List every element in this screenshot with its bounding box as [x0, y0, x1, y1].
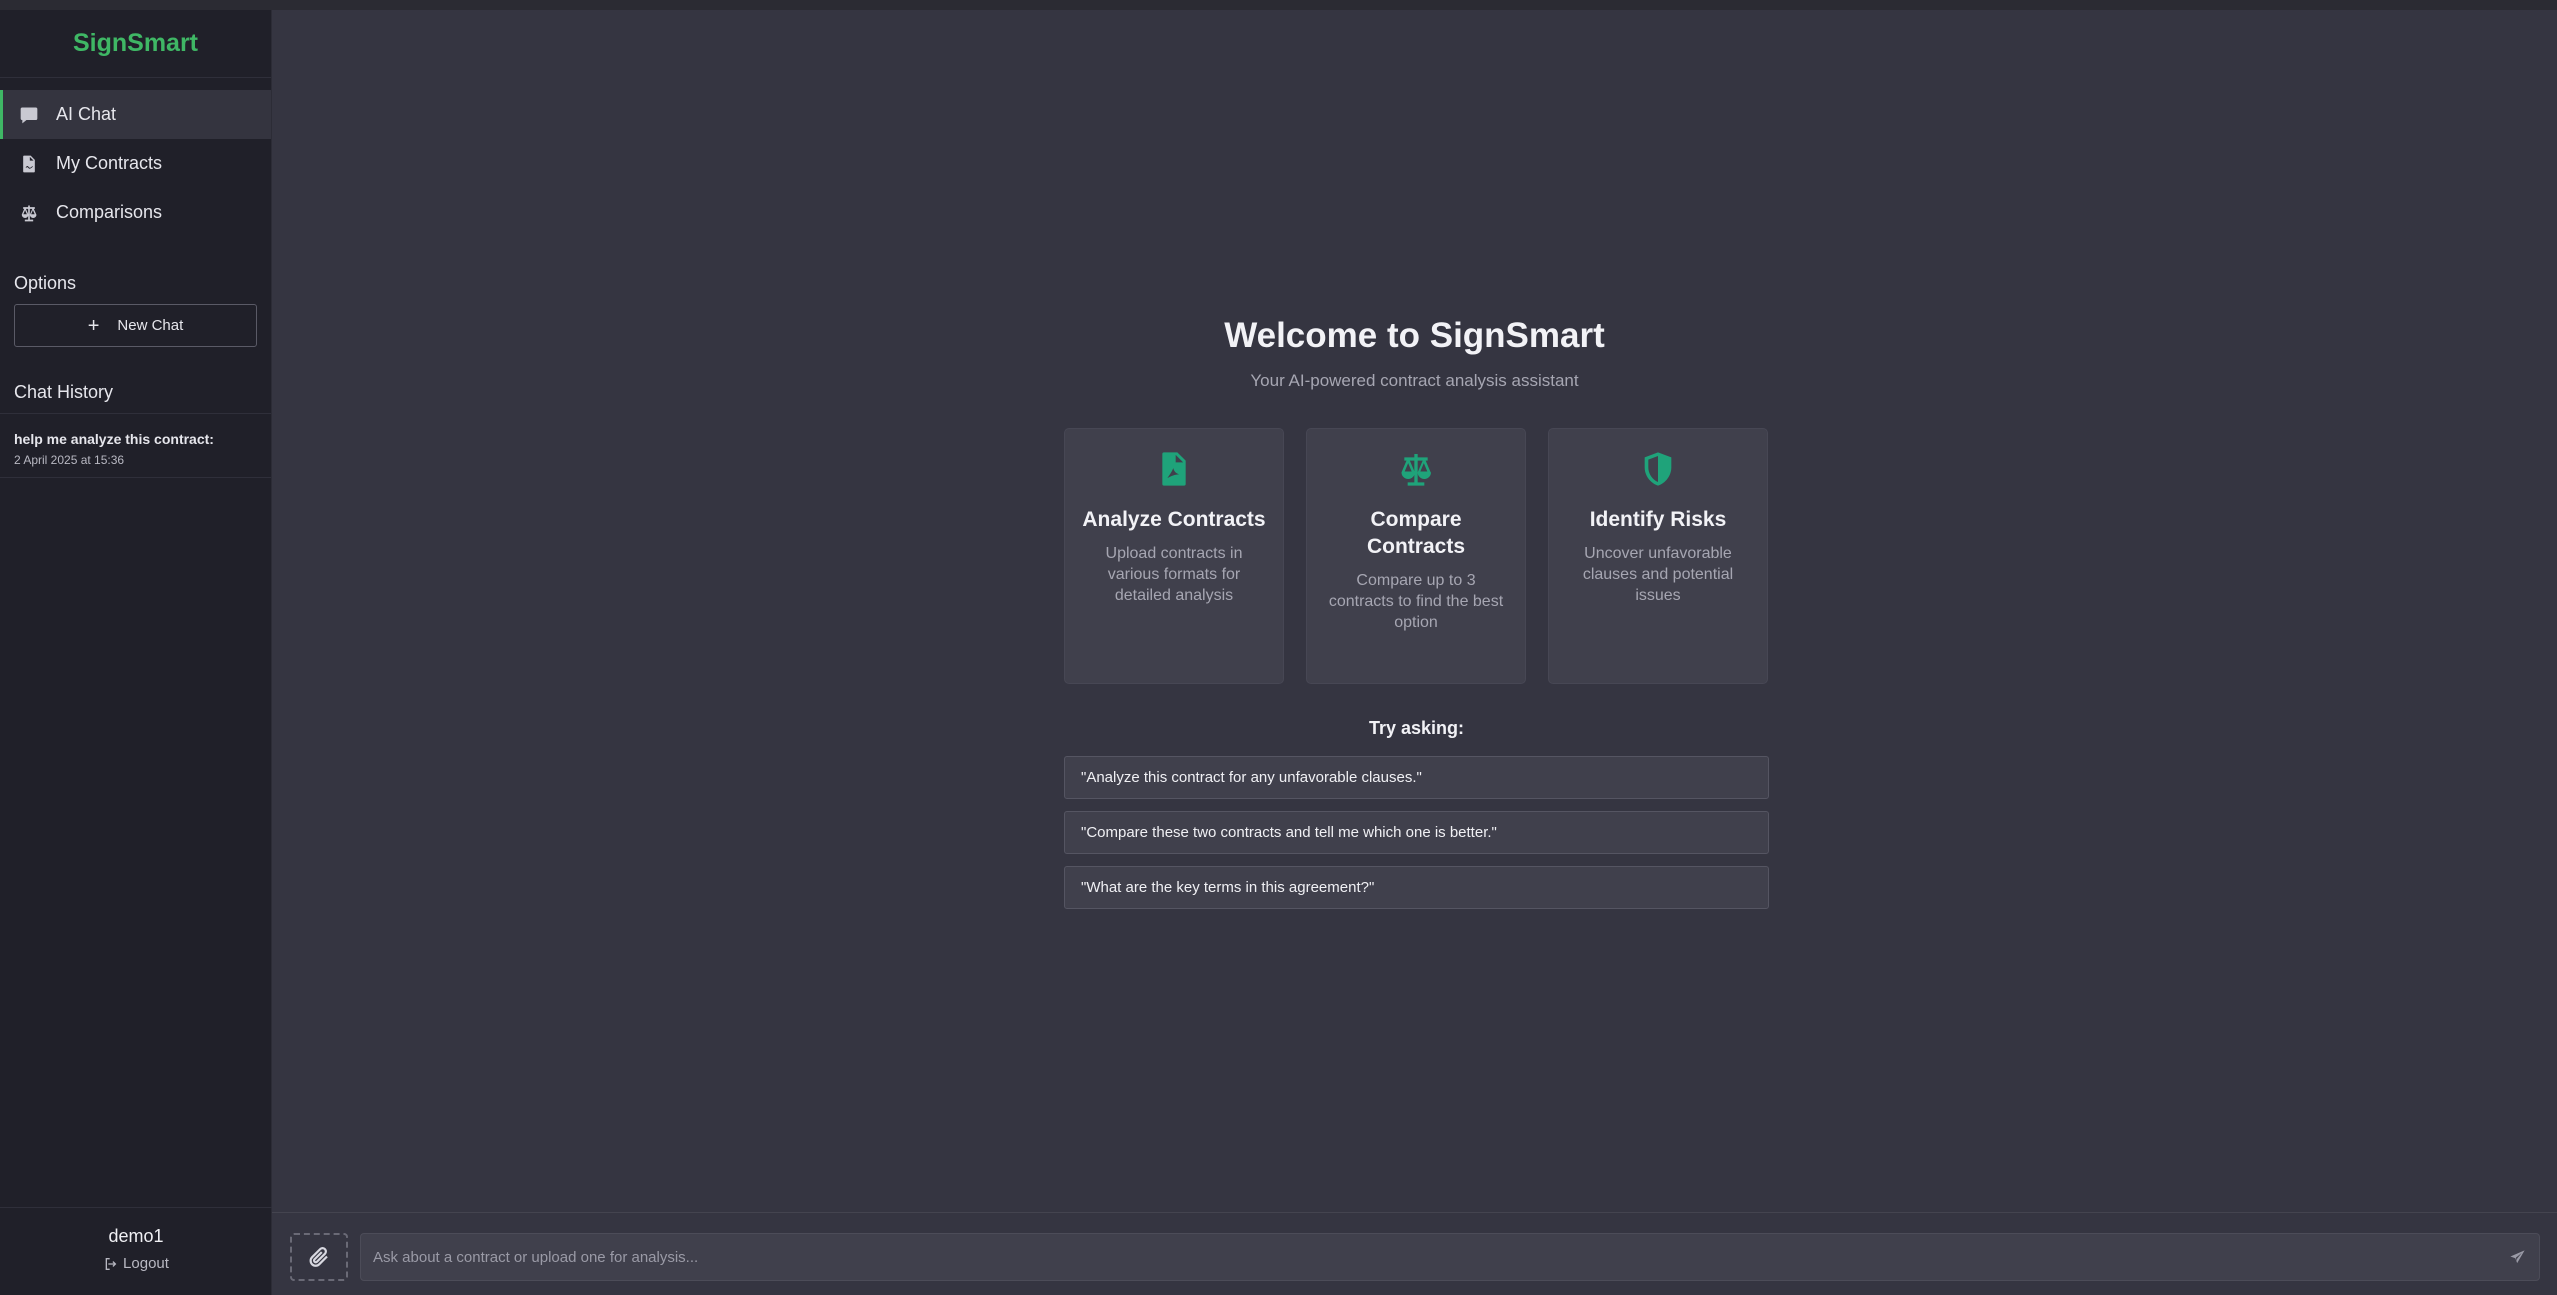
- chat-history-title: help me analyze this contract:: [14, 431, 214, 447]
- chat-history-item[interactable]: help me analyze this contract: 2 April 2…: [0, 414, 271, 478]
- sidebar-item-label: AI Chat: [56, 104, 117, 124]
- logout-button[interactable]: Logout: [103, 1255, 169, 1272]
- file-pdf-icon: [1065, 449, 1283, 494]
- plus-icon: +: [87, 314, 100, 337]
- sidebar-item-comparisons[interactable]: Comparisons: [0, 188, 271, 237]
- send-icon: [2509, 1249, 2525, 1263]
- chat-history-date: 2 April 2025 at 15:36: [14, 453, 125, 467]
- sidebar-item-my-contracts[interactable]: My Contracts: [0, 139, 271, 188]
- suggested-prompt[interactable]: "Compare these two contracts and tell me…: [1064, 811, 1769, 854]
- feature-title: Identify Risks: [1589, 508, 1727, 531]
- feature-description: Compare up to 3 contracts to find the be…: [1328, 572, 1504, 631]
- feature-title: Compare Contracts: [1366, 508, 1466, 558]
- feature-card-compare: Compare Contracts Compare up to 3 contra…: [1306, 428, 1526, 684]
- suggested-prompt[interactable]: "What are the key terms in this agreemen…: [1064, 866, 1769, 909]
- main-content: Welcome to SignSmart Your AI-powered con…: [272, 10, 2557, 1212]
- sidebar-item-label: My Contracts: [56, 153, 163, 173]
- chat-history-heading: Chat History: [0, 382, 271, 414]
- new-chat-button[interactable]: + New Chat: [14, 304, 257, 347]
- try-asking-heading: Try asking:: [1368, 718, 1465, 738]
- sidebar-item-ai-chat[interactable]: AI Chat: [0, 90, 271, 139]
- feature-description: Uncover unfavorable clauses and potentia…: [1582, 545, 1734, 604]
- file-contract-icon: [18, 153, 40, 175]
- feature-description: Upload contracts in various formats for …: [1105, 545, 1243, 604]
- brand-logo[interactable]: SignSmart: [0, 10, 271, 78]
- suggested-prompt[interactable]: "Analyze this contract for any unfavorab…: [1064, 756, 1769, 799]
- feature-title: Analyze Contracts: [1082, 508, 1266, 531]
- scale-icon: [18, 202, 40, 224]
- welcome-subtitle: Your AI-powered contract analysis assist…: [1250, 371, 1579, 390]
- logout-icon: [105, 1257, 117, 1270]
- sidebar-nav: AI Chat My Contracts Comparisons: [0, 78, 271, 237]
- send-button[interactable]: [2505, 1245, 2529, 1269]
- welcome-title: Welcome to SignSmart: [1224, 316, 1605, 355]
- welcome-header: Welcome to SignSmart Your AI-powered con…: [272, 316, 2557, 391]
- attach-file-button[interactable]: [290, 1233, 348, 1281]
- feature-card-risks: Identify Risks Uncover unfavorable claus…: [1548, 428, 1768, 684]
- feature-cards: Analyze Contracts Upload contracts in va…: [1064, 428, 1769, 684]
- sidebar-item-label: Comparisons: [56, 202, 163, 222]
- chat-message-input[interactable]: [360, 1233, 2540, 1281]
- shield-icon: [1549, 449, 1767, 494]
- username: demo1: [108, 1226, 164, 1246]
- window-top-bar: [0, 0, 2557, 10]
- logout-label: Logout: [123, 1255, 169, 1272]
- paperclip-icon: [309, 1247, 328, 1267]
- sidebar: SignSmart AI Chat My Contracts Compariso…: [0, 10, 272, 1295]
- chat-input-bar: [272, 1212, 2557, 1295]
- scale-icon: [1307, 449, 1525, 494]
- chat-bubble-icon: [18, 104, 40, 126]
- suggested-prompts: Try asking: "Analyze this contract for a…: [1064, 718, 1769, 921]
- user-panel: demo1 Logout: [0, 1207, 272, 1295]
- options-heading: Options: [14, 273, 77, 293]
- new-chat-label: New Chat: [117, 317, 184, 334]
- feature-card-analyze: Analyze Contracts Upload contracts in va…: [1064, 428, 1284, 684]
